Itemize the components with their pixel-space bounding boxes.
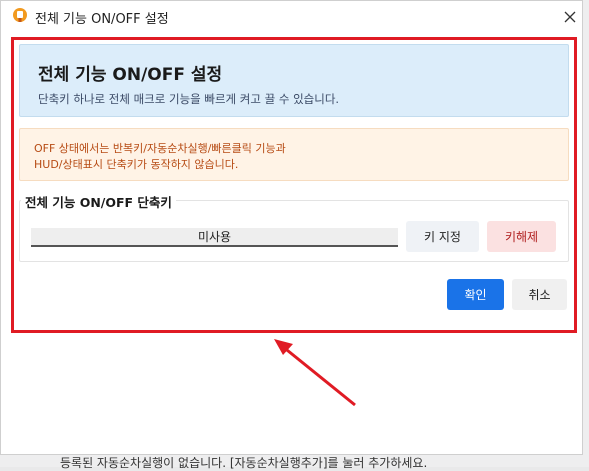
background-status-text: 등록된 자동순차실행이 없습니다. [자동순차실행추가]를 눌러 추가하세요. [60, 456, 428, 470]
highlight-annotation [11, 37, 577, 333]
window-title: 전체 기능 ON/OFF 설정 [35, 12, 169, 27]
app-icon [12, 7, 29, 24]
title-bar: 전체 기능 ON/OFF 설정 [1, 1, 582, 33]
close-button[interactable] [557, 4, 583, 30]
close-icon [564, 11, 576, 23]
